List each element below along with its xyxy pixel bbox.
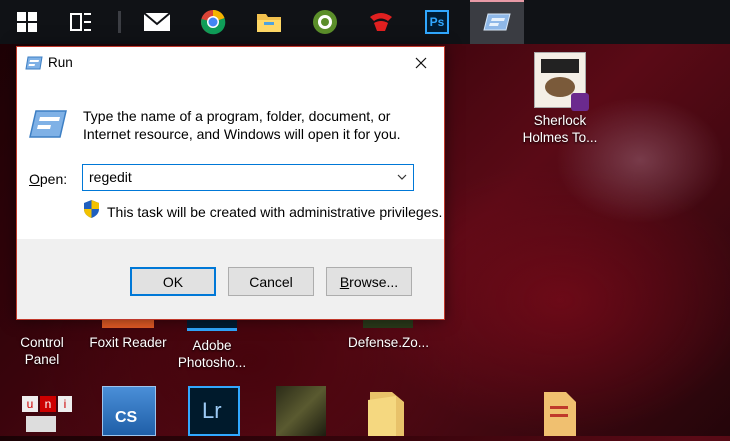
unikey-key-u: u: [22, 396, 38, 412]
desktop-icon-sherlock[interactable]: Sherlock Holmes To...: [520, 52, 600, 146]
desktop-icon-label: Control Panel: [20, 335, 64, 367]
mail-icon: [143, 12, 171, 31]
open-input[interactable]: [89, 168, 379, 186]
windows-logo-icon: [17, 12, 37, 32]
open-label: Open:: [29, 171, 68, 187]
run-large-icon: [29, 110, 67, 138]
run-app[interactable]: [470, 0, 524, 44]
garena-app[interactable]: [358, 0, 404, 44]
start-button[interactable]: [4, 0, 50, 44]
desktop-icon-document[interactable]: [540, 390, 580, 436]
folder-icon: [257, 14, 281, 32]
dialog-title: Run: [48, 55, 73, 70]
chevron-down-icon: [397, 174, 407, 180]
chrome-icon: [201, 9, 226, 35]
cs-logo-text: CS: [115, 409, 138, 426]
open-combobox[interactable]: [82, 164, 414, 191]
photoshop-app[interactable]: Ps: [414, 0, 460, 44]
desktop-icon-adobe-photoshop[interactable]: Adobe Photosho...: [172, 312, 252, 371]
run-icon: [25, 56, 43, 70]
lr-logo-text: Lr: [202, 398, 222, 423]
desktop-icon-label: Foxit Reader: [89, 335, 167, 350]
unikey-key-i: i: [58, 396, 72, 412]
close-button[interactable]: [398, 47, 444, 79]
document-folder-icon: [544, 392, 576, 436]
close-icon: [415, 57, 427, 69]
title-bar[interactable]: Run: [17, 47, 444, 79]
desktop-icon-label: Adobe Photosho...: [177, 338, 247, 370]
garena-icon: [370, 13, 392, 31]
desktop-icon-cs[interactable]: CS: [102, 386, 156, 436]
mail-app[interactable]: [134, 0, 180, 44]
browse-button[interactable]: Browse...: [326, 267, 412, 296]
admin-privileges-note: This task will be created with administr…: [107, 204, 443, 220]
file-explorer-app[interactable]: [246, 0, 292, 44]
desktop-icon-label: Defense.Zo...: [348, 335, 430, 350]
shield-icon: [84, 200, 99, 218]
desktop-icon-unikey[interactable]: u n i: [16, 392, 72, 436]
task-view-icon: [70, 13, 91, 31]
combobox-dropdown-button[interactable]: [393, 168, 411, 186]
coccoc-app[interactable]: [302, 0, 348, 44]
chrome-app[interactable]: [190, 0, 236, 44]
desktop-icon-photo[interactable]: [276, 386, 326, 436]
cancel-button[interactable]: Cancel: [228, 267, 314, 296]
coccoc-icon: [313, 10, 337, 34]
taskbar: Ps: [0, 0, 730, 44]
folder-icon: [368, 392, 404, 436]
desktop-icon-control-panel[interactable]: Control Panel: [2, 334, 82, 368]
desktop-icon-label: Sherlock Holmes To...: [522, 113, 598, 145]
unikey-key-n: n: [40, 396, 56, 412]
desktop-icon-folder[interactable]: [366, 390, 408, 436]
photoshop-icon: Ps: [425, 10, 449, 34]
ok-button[interactable]: OK: [130, 267, 216, 296]
task-view-button[interactable]: [58, 0, 104, 44]
book-cover-icon: [534, 52, 589, 111]
run-icon: [483, 13, 511, 31]
run-dialog: Run Type the name of a program, folder, …: [16, 46, 445, 320]
dialog-footer: OK Cancel Browse...: [17, 239, 444, 319]
dialog-description: Type the name of a program, folder, docu…: [83, 108, 401, 142]
taskbar-separator: [118, 11, 121, 33]
desktop-icon-lightroom[interactable]: Lr: [188, 386, 240, 436]
